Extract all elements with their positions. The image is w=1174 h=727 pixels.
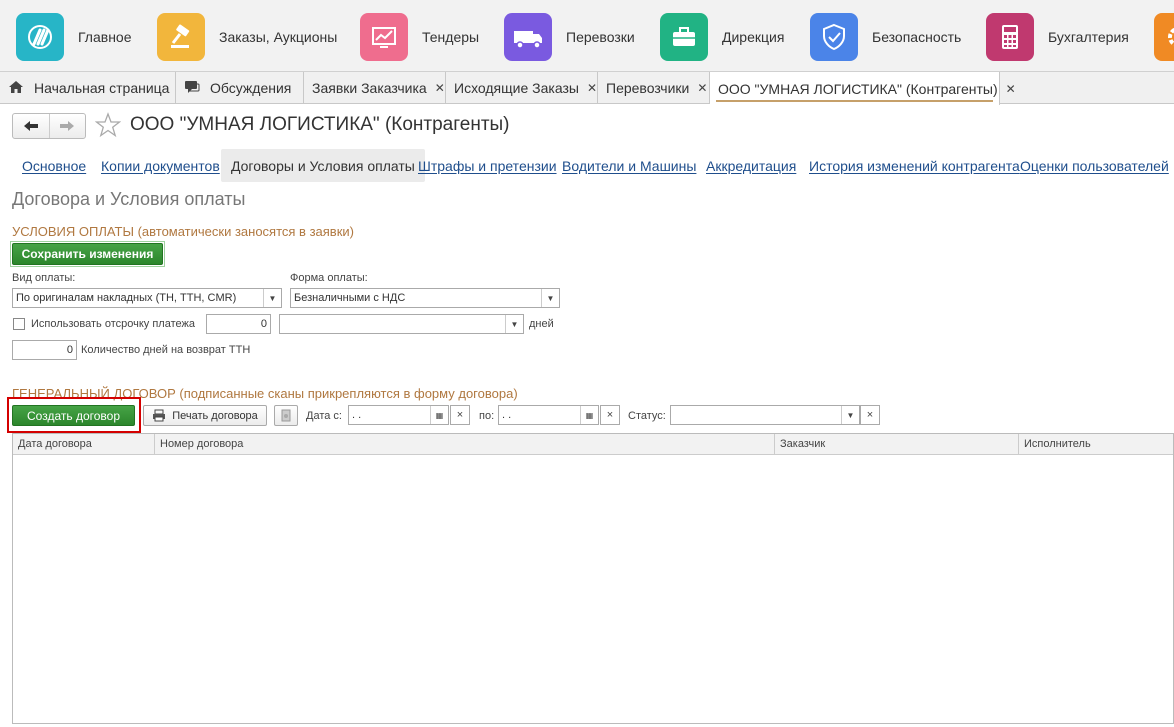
clear-status-button[interactable]: × [860, 405, 880, 425]
date-to-label: по: [479, 410, 495, 422]
history-nav [12, 113, 86, 139]
days-label: дней [529, 318, 554, 330]
tab-customer-requests[interactable]: Заявки Заказчика ✕ [304, 72, 446, 104]
chat-icon [184, 80, 200, 97]
column-header-executor[interactable]: Исполнитель [1019, 434, 1174, 454]
home-icon [8, 80, 24, 97]
nav-document-copies[interactable]: Копии документов [91, 149, 230, 182]
save-changes-button[interactable]: Сохранить изменения [12, 243, 163, 265]
section-label: Главное [78, 29, 132, 45]
payment-type-label: Вид оплаты: [12, 272, 76, 284]
column-header-number[interactable]: Номер договора [155, 434, 775, 454]
gavel-icon [157, 13, 205, 61]
chart-icon [360, 13, 408, 61]
tab-discussions[interactable]: Обсуждения [176, 72, 304, 104]
forward-arrow-icon[interactable] [50, 114, 86, 138]
section-tenders[interactable]: Тендеры [360, 13, 479, 61]
tab-label: Начальная страница [34, 80, 170, 96]
tab-label: Обсуждения [210, 80, 292, 96]
section-orders[interactable]: Заказы, Аукционы [157, 13, 337, 61]
create-contract-button[interactable]: Создать договор [12, 405, 135, 426]
calendar-icon[interactable]: ▦ [430, 406, 448, 424]
nav-change-history[interactable]: История изменений контрагента [799, 149, 1030, 182]
date-to-input[interactable]: . . ▦ [498, 405, 599, 425]
tab-outgoing-orders[interactable]: Исходящие Заказы ✕ [446, 72, 598, 104]
nav-main[interactable]: Основное [12, 149, 96, 182]
return-days-label: Количество дней на возврат ТТН [81, 344, 251, 356]
attachment-icon[interactable] [274, 405, 298, 426]
clear-date-to-button[interactable]: × [600, 405, 620, 425]
printer-icon [152, 409, 166, 422]
section-label: Заказы, Аукционы [219, 29, 338, 45]
section-label: Безопасность [872, 29, 962, 45]
calculator-icon [986, 13, 1034, 61]
shield-icon [810, 13, 858, 61]
deferral-checkbox[interactable] [13, 318, 25, 330]
section-more[interactable] [1154, 13, 1174, 61]
payment-form-label: Форма оплаты: [290, 272, 368, 284]
briefcase-icon [660, 13, 708, 61]
contracts-table[interactable]: Дата договора Номер договора Заказчик Ис… [12, 433, 1174, 724]
section-accounting[interactable]: Бухгалтерия [986, 13, 1129, 61]
dropdown-arrow-icon[interactable]: ▼ [541, 289, 559, 307]
back-arrow-icon[interactable] [13, 114, 50, 138]
tab-label: Исходящие Заказы [454, 80, 579, 96]
tab-home[interactable]: Начальная страница [0, 72, 176, 104]
close-icon[interactable]: ✕ [697, 81, 707, 95]
payment-group-title: УСЛОВИЯ ОПЛАТЫ (автоматически заносятся … [12, 224, 354, 239]
deferral-days-type-select[interactable]: ▼ [279, 314, 524, 334]
close-icon[interactable]: ✕ [1006, 82, 1016, 96]
page-title: ООО "УМНАЯ ЛОГИСТИКА" (Контрагенты) [130, 114, 510, 135]
dollar-swirl-icon [16, 13, 64, 61]
dropdown-arrow-icon[interactable]: ▼ [841, 406, 859, 424]
date-from-label: Дата с: [306, 410, 342, 422]
return-days-input[interactable]: 0 [12, 340, 77, 360]
sections-panel: Главное Заказы, Аукционы Тендеры Перевоз… [0, 0, 1174, 72]
date-from-input[interactable]: . . ▦ [348, 405, 449, 425]
tab-label: Заявки Заказчика [312, 80, 427, 96]
print-contract-button[interactable]: Печать договора [143, 405, 267, 426]
nav-user-ratings[interactable]: Оценки пользователей [1010, 149, 1174, 182]
section-transport[interactable]: Перевозки [504, 13, 635, 61]
section-directorate[interactable]: Дирекция [660, 13, 784, 61]
dropdown-arrow-icon[interactable]: ▼ [505, 315, 523, 333]
section-main[interactable]: Главное [16, 13, 132, 61]
calendar-icon[interactable]: ▦ [580, 406, 598, 424]
table-header: Дата договора Номер договора Заказчик Ис… [13, 434, 1173, 455]
payment-form-select[interactable]: Безналичными с НДС ▼ [290, 288, 560, 308]
column-header-date[interactable]: Дата договора [13, 434, 155, 454]
gear-icon [1154, 13, 1174, 61]
close-icon[interactable]: ✕ [435, 81, 445, 95]
status-select[interactable]: ▼ [670, 405, 860, 425]
column-header-customer[interactable]: Заказчик [775, 434, 1019, 454]
nav-accreditation[interactable]: Аккредитация [696, 149, 806, 182]
clear-date-from-button[interactable]: × [450, 405, 470, 425]
section-label: Дирекция [722, 29, 785, 45]
tab-counterparty[interactable]: ООО "УМНАЯ ЛОГИСТИКА" (Контрагенты) ✕ [710, 72, 1016, 105]
section-security[interactable]: Безопасность [810, 13, 961, 61]
status-label: Статус: [628, 410, 666, 422]
tab-label: ООО "УМНАЯ ЛОГИСТИКА" (Контрагенты) [718, 80, 998, 97]
close-icon[interactable]: ✕ [587, 81, 597, 95]
dropdown-arrow-icon[interactable]: ▼ [263, 289, 281, 307]
tab-carriers[interactable]: Перевозчики ✕ [598, 72, 710, 104]
nav-contracts[interactable]: Договоры и Условия оплаты [221, 149, 425, 182]
deferral-value-input[interactable]: 0 [206, 314, 271, 334]
section-label: Тендеры [422, 29, 480, 45]
deferral-label: Использовать отсрочку платежа [31, 318, 195, 330]
open-tabs-bar: Начальная страница Обсуждения Заявки Зак… [0, 72, 1174, 105]
section-label: Бухгалтерия [1048, 29, 1129, 45]
truck-icon [504, 13, 552, 61]
section-heading: Договора и Условия оплаты [12, 189, 246, 209]
section-label: Перевозки [566, 29, 635, 45]
nav-penalties[interactable]: Штрафы и претензии [408, 149, 567, 182]
star-icon[interactable] [94, 112, 122, 143]
nav-drivers[interactable]: Водители и Машины [552, 149, 706, 182]
tab-label: Перевозчики [606, 80, 690, 96]
payment-type-select[interactable]: По оригиналам накладных (ТН, ТТН, CMR) ▼ [12, 288, 282, 308]
